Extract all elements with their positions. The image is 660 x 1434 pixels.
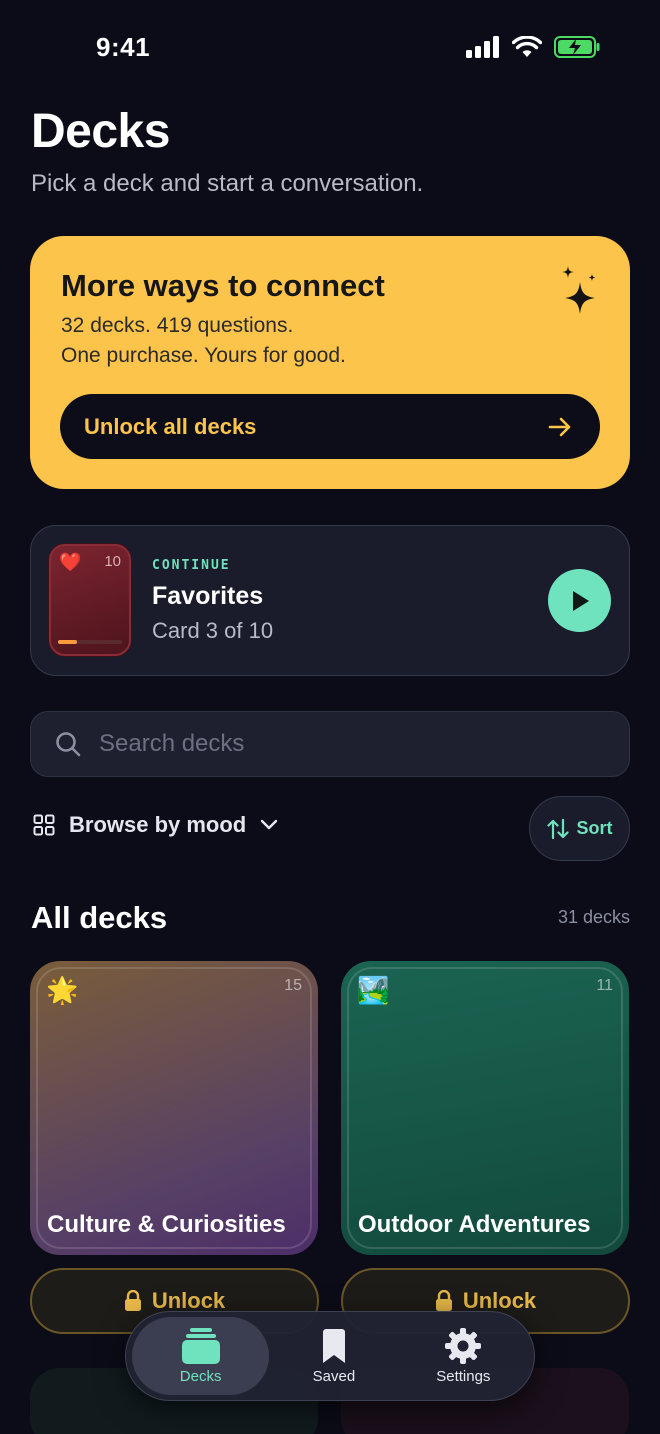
status-bar: 9:41 (0, 0, 660, 96)
deck-title: Outdoor Adventures (358, 1211, 591, 1238)
section-title: All decks (31, 900, 168, 935)
unlock-all-decks-label: Unlock all decks (84, 413, 257, 439)
wifi-icon (512, 36, 542, 57)
cards-icon (181, 1327, 220, 1364)
tab-label: Settings (436, 1367, 491, 1385)
chevron-down-icon (261, 819, 278, 830)
page-title: Decks (31, 105, 170, 158)
sort-label: Sort (576, 818, 613, 838)
continue-kicker: CONTINUE (152, 558, 231, 573)
search-icon (56, 732, 81, 757)
tab-decks[interactable]: Decks (132, 1317, 270, 1395)
search-bar[interactable] (30, 711, 630, 777)
gear-icon (445, 1327, 482, 1364)
continue-deck-title: Favorites (152, 582, 264, 610)
status-icons (466, 36, 600, 58)
lock-icon (124, 1290, 141, 1311)
deck-card-count: 11 (596, 977, 613, 994)
deck-thumbnail: ❤️ 10 (49, 544, 131, 656)
status-time: 9:41 (96, 32, 151, 62)
sparkle-icon (562, 266, 596, 314)
tab-bar: Decks Saved Settings (125, 1311, 535, 1401)
arrow-right-icon (548, 417, 571, 436)
lock-icon (435, 1290, 452, 1311)
deck-card-count: 15 (284, 977, 302, 994)
deck-card-outdoor-adventures[interactable]: 🏞️ 11 Outdoor Adventures (341, 961, 629, 1255)
promo-title: More ways to connect (61, 268, 385, 303)
deck-card-border (347, 967, 623, 1249)
play-button[interactable] (548, 569, 611, 632)
sort-button[interactable]: Sort (529, 796, 630, 861)
unlock-all-decks-button[interactable]: Unlock all decks (60, 394, 600, 459)
bookmark-icon (322, 1328, 345, 1363)
promo-line-2: One purchase. Yours for good. (61, 344, 346, 367)
promo-line-1: 32 decks. 419 questions. (61, 314, 294, 337)
progress-bar-fill (58, 640, 78, 644)
tab-settings[interactable]: Settings (399, 1317, 528, 1395)
star-icon: 🌟 (46, 975, 79, 1005)
deck-card-border (36, 967, 312, 1249)
search-input[interactable] (99, 730, 579, 758)
thumbnail-card-count: 10 (104, 553, 121, 570)
tab-label: Decks (179, 1367, 222, 1385)
landscape-icon: 🏞️ (357, 975, 390, 1005)
sort-arrows-icon (546, 818, 569, 839)
promo-card: More ways to connect 32 decks. 419 quest… (30, 236, 630, 489)
tab-saved[interactable]: Saved (269, 1317, 398, 1395)
deck-title: Culture & Curiosities (47, 1211, 286, 1238)
browse-by-mood-dropdown[interactable]: Browse by mood (33, 812, 278, 838)
grid-icon (33, 814, 55, 836)
battery-charging-icon (554, 36, 600, 58)
heart-icon: ❤️ (59, 552, 82, 572)
browse-by-mood-label: Browse by mood (69, 812, 247, 837)
page-subtitle: Pick a deck and start a conversation. (31, 170, 424, 197)
progress-bar (58, 640, 122, 644)
continue-progress-text: Card 3 of 10 (152, 618, 274, 643)
section-deck-count: 31 decks (557, 907, 630, 927)
continue-deck-card[interactable]: ❤️ 10 CONTINUE Favorites Card 3 of 10 (30, 525, 630, 676)
play-icon (572, 590, 589, 611)
tab-label: Saved (312, 1367, 356, 1385)
cellular-signal-icon (466, 36, 499, 58)
deck-card-culture-curiosities[interactable]: 🌟 15 Culture & Curiosities (30, 961, 318, 1255)
